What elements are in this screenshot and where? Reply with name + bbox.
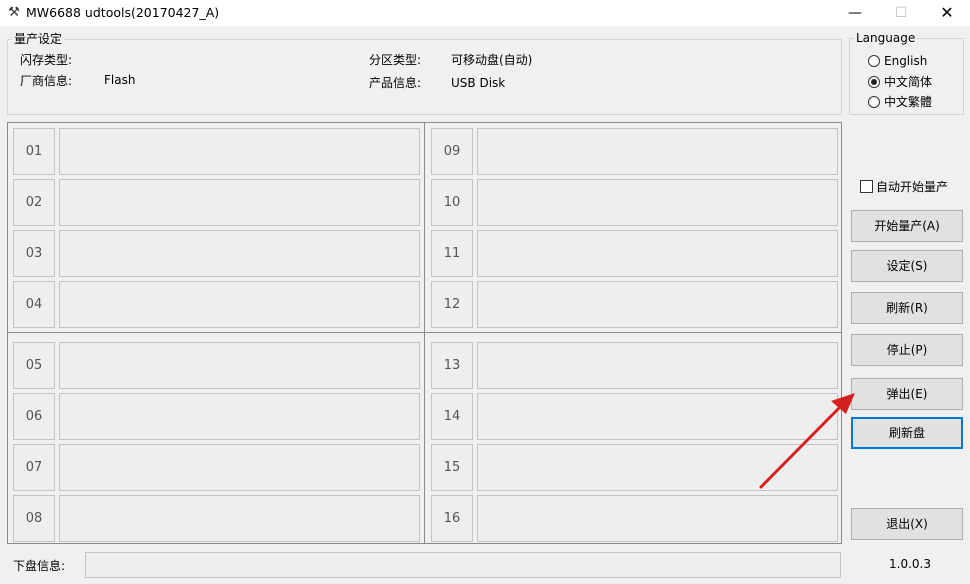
port-status-bar xyxy=(477,179,838,226)
grid-divider-vertical xyxy=(424,123,425,543)
exit-button[interactable]: 退出(X) xyxy=(851,508,963,540)
auto-start-checkbox[interactable] xyxy=(860,180,873,193)
port-number: 01 xyxy=(13,128,55,175)
stop-button[interactable]: 停止(P) xyxy=(851,334,963,366)
port-number: 02 xyxy=(13,179,55,226)
port-status-bar xyxy=(477,495,838,542)
port-status-bar xyxy=(477,342,838,389)
port-number: 10 xyxy=(431,179,473,226)
flash-type-label: 闪存类型: xyxy=(20,53,73,67)
port-status-bar xyxy=(59,281,420,328)
window-title: MW6688 udtools(20170427_A) xyxy=(26,5,220,20)
vendor-label: 厂商信息: xyxy=(20,74,73,88)
port-number: 13 xyxy=(431,342,473,389)
minimize-button[interactable]: — xyxy=(832,0,878,26)
port-number: 14 xyxy=(431,393,473,440)
radio-traditional-label: 中文繁體 xyxy=(884,95,933,109)
partition-type-value: 可移动盘(自动) xyxy=(451,53,533,67)
port-number: 08 xyxy=(13,495,55,542)
port-status-bar xyxy=(59,230,420,277)
port-status-bar xyxy=(477,393,838,440)
radio-simplified-label: 中文简体 xyxy=(884,75,933,89)
port-number: 03 xyxy=(13,230,55,277)
radio-traditional[interactable] xyxy=(868,96,880,108)
language-legend: Language xyxy=(854,31,918,45)
settings-button[interactable]: 设定(S) xyxy=(851,250,963,282)
close-button[interactable]: ✕ xyxy=(924,0,970,26)
port-grid: 01 02 03 04 05 06 07 08 09 10 11 12 13 1… xyxy=(7,122,842,544)
port-status-bar xyxy=(59,393,420,440)
radio-english-label: English xyxy=(884,54,928,68)
maximize-button[interactable]: ☐ xyxy=(878,0,924,26)
port-number: 07 xyxy=(13,444,55,491)
port-status-bar xyxy=(59,128,420,175)
port-status-bar xyxy=(59,495,420,542)
product-info-label: 产品信息: xyxy=(369,76,422,90)
refresh-button[interactable]: 刷新(R) xyxy=(851,292,963,324)
port-status-bar xyxy=(477,230,838,277)
grid-divider-horizontal xyxy=(8,332,841,333)
vendor-value: Flash xyxy=(104,73,136,87)
port-number: 04 xyxy=(13,281,55,328)
settings-legend: 量产设定 xyxy=(12,32,65,46)
port-status-bar xyxy=(477,128,838,175)
language-option-traditional[interactable]: 中文繁體 xyxy=(868,94,932,110)
start-production-button[interactable]: 开始量产(A) xyxy=(851,210,963,242)
port-number: 12 xyxy=(431,281,473,328)
port-number: 15 xyxy=(431,444,473,491)
port-status-bar xyxy=(59,342,420,389)
port-status-bar xyxy=(477,281,838,328)
port-number: 05 xyxy=(13,342,55,389)
disk-info-field xyxy=(85,552,841,578)
port-status-bar xyxy=(59,179,420,226)
port-number: 06 xyxy=(13,393,55,440)
port-status-bar xyxy=(477,444,838,491)
port-status-bar xyxy=(59,444,420,491)
radio-simplified[interactable] xyxy=(868,76,880,88)
port-number: 16 xyxy=(431,495,473,542)
language-option-english[interactable]: English xyxy=(868,53,927,69)
disk-info-label: 下盘信息: xyxy=(13,559,66,573)
version-label: 1.0.0.3 xyxy=(889,557,931,571)
partition-type-label: 分区类型: xyxy=(369,53,422,67)
eject-button[interactable]: 弹出(E) xyxy=(851,378,963,410)
port-number: 11 xyxy=(431,230,473,277)
auto-start-label[interactable]: 自动开始量产 xyxy=(876,180,948,194)
refresh-disk-button[interactable]: 刷新盘 xyxy=(851,417,963,449)
product-info-value: USB Disk xyxy=(451,76,506,90)
port-number: 09 xyxy=(431,128,473,175)
tools-icon: ⚒ xyxy=(8,5,20,20)
radio-english[interactable] xyxy=(868,55,880,67)
language-option-simplified[interactable]: 中文简体 xyxy=(868,74,932,90)
